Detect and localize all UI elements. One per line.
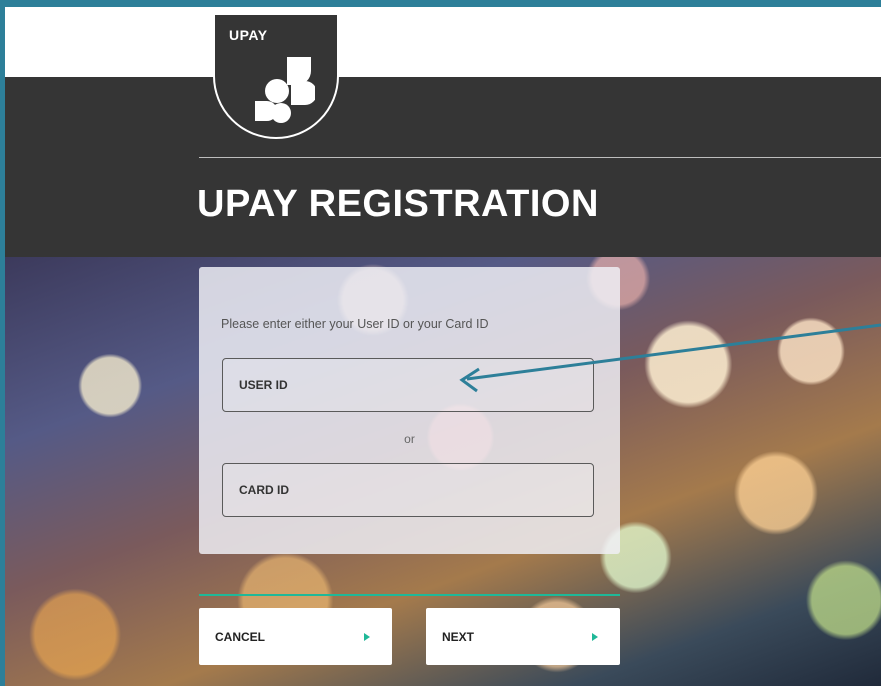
app-window: UPAY UPAY REGISTRATION Please enter eith… [5,7,881,686]
annotation-arrow [459,323,881,393]
